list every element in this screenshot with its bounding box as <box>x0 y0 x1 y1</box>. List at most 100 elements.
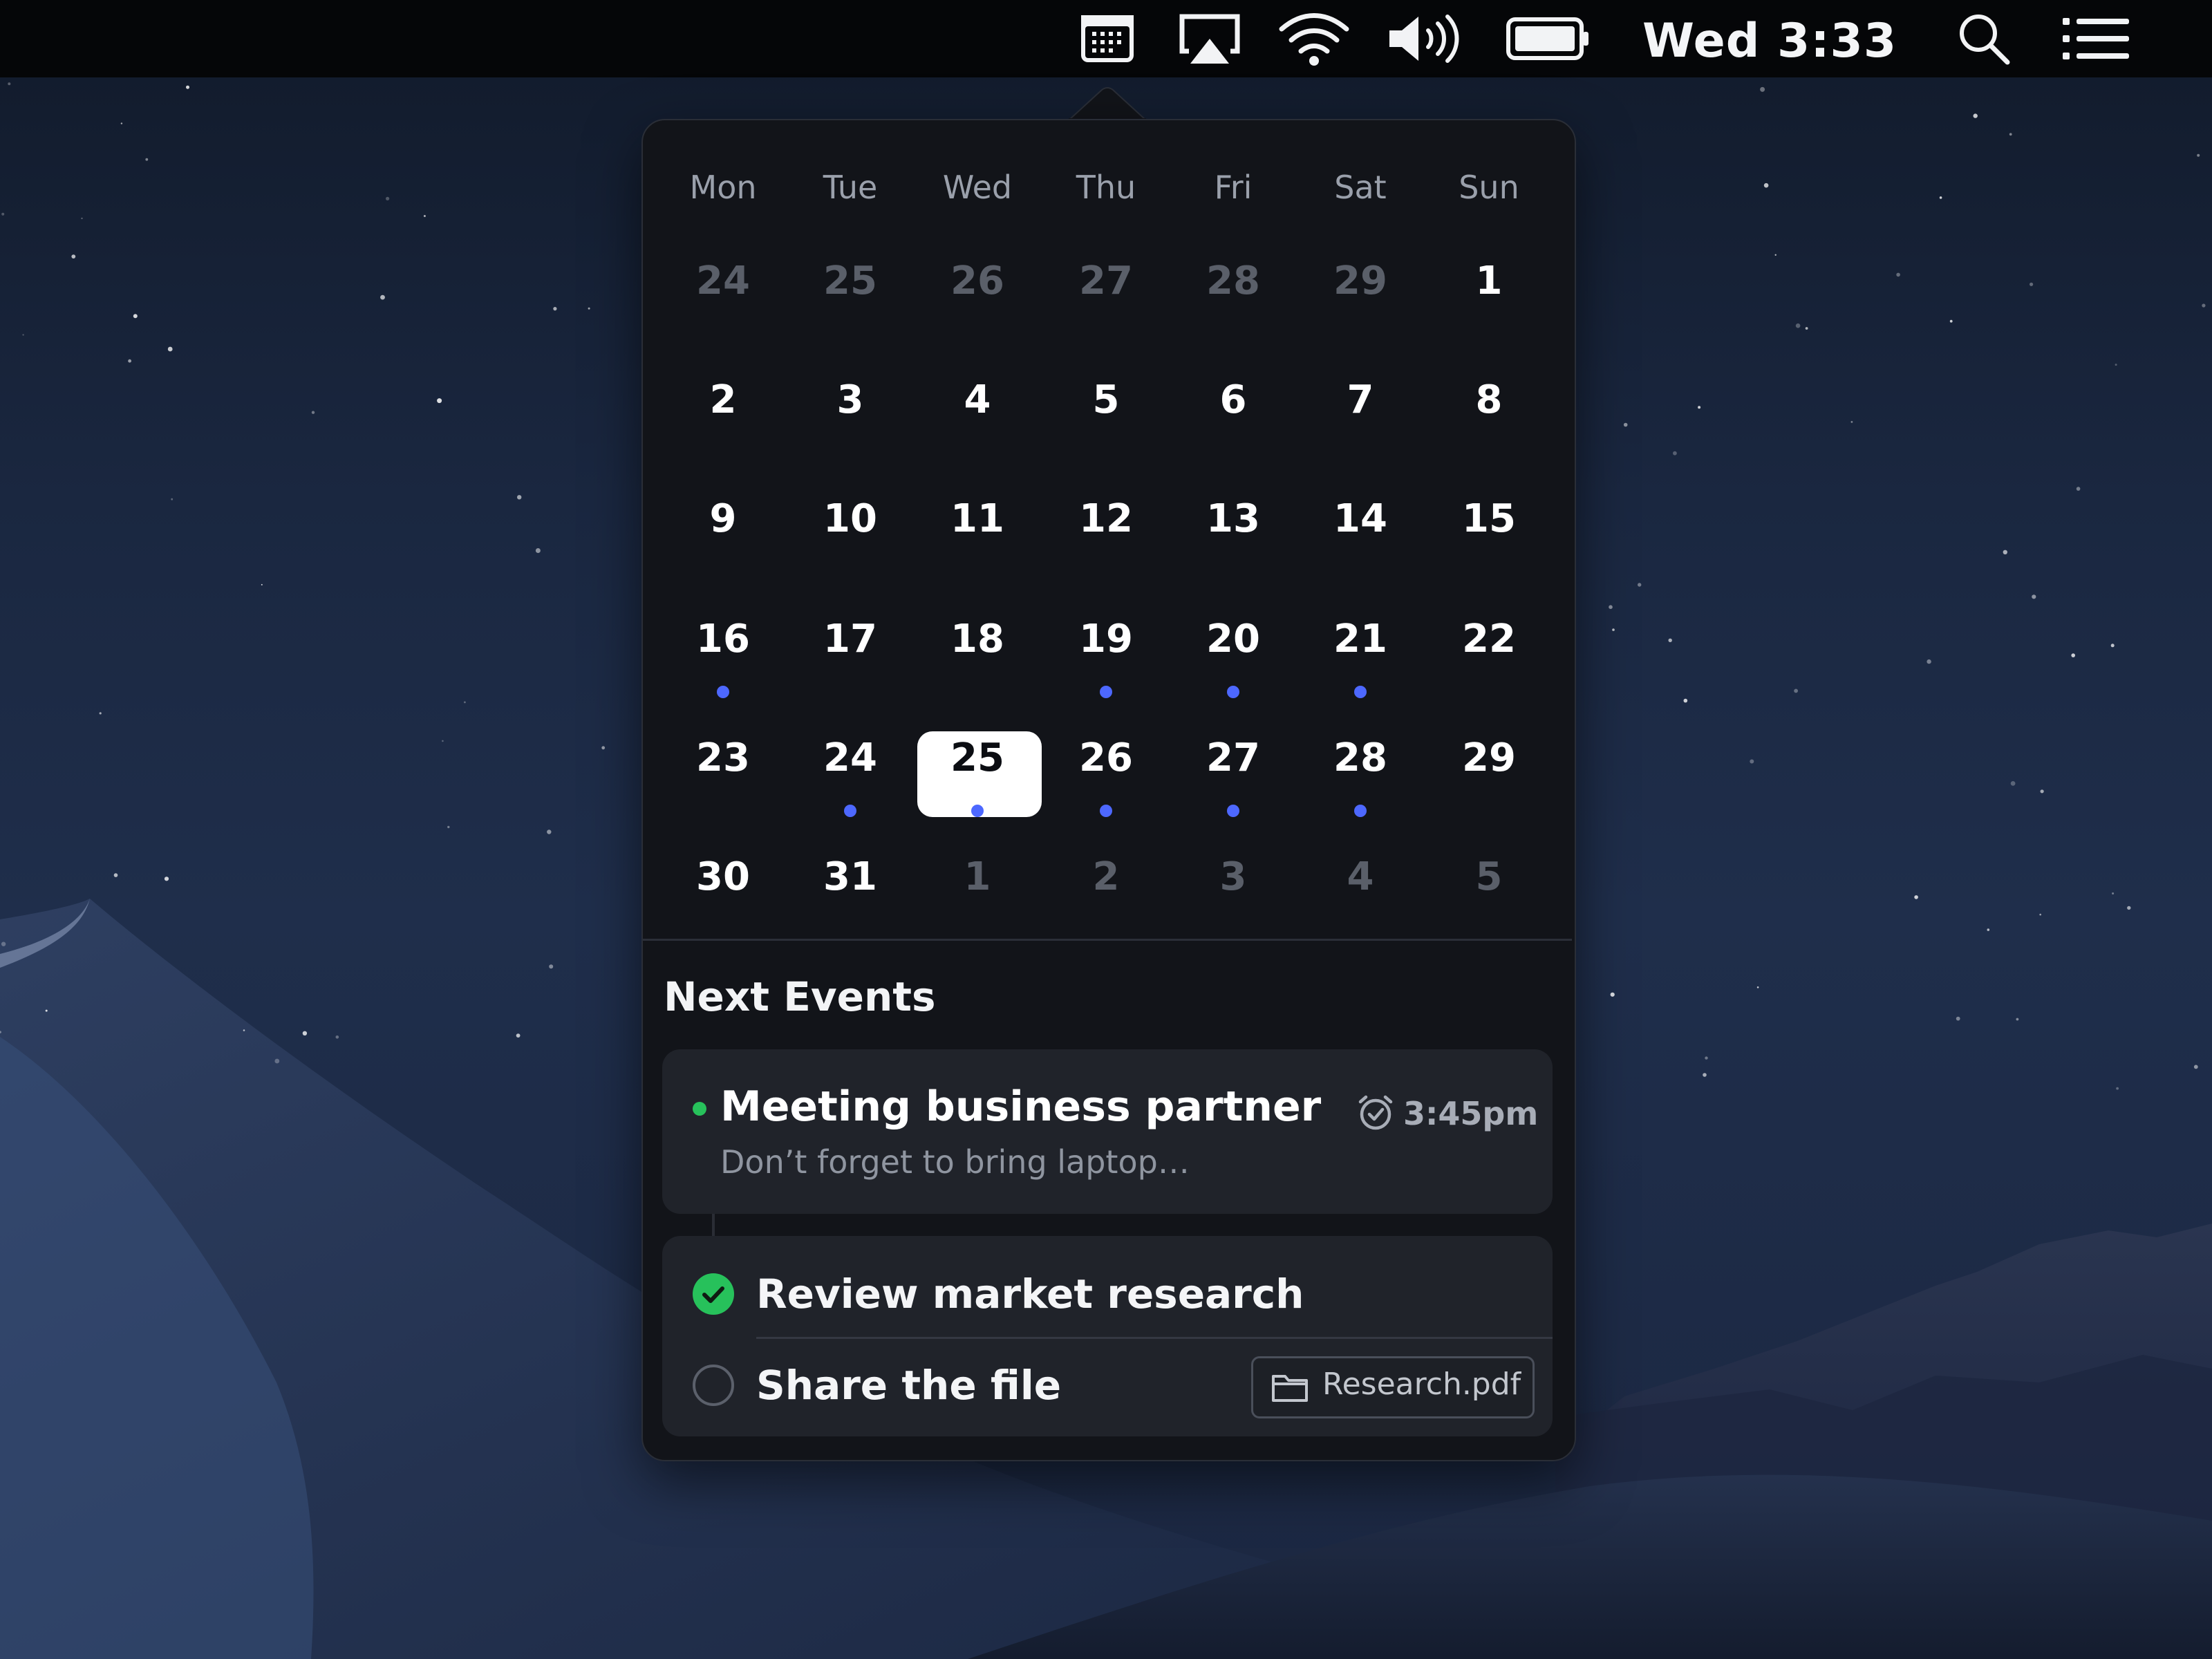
star <box>2071 653 2075 657</box>
battery-icon[interactable] <box>1506 17 1591 61</box>
calendar-day[interactable]: 12 <box>1042 496 1170 541</box>
star <box>22 334 24 336</box>
star <box>71 254 76 259</box>
calendar-day[interactable]: 5 <box>1042 377 1170 422</box>
attachment-button[interactable]: Research.pdf <box>1251 1356 1535 1418</box>
star <box>8 82 11 86</box>
star <box>464 701 466 704</box>
calendar-day[interactable]: 29 <box>1425 735 1553 780</box>
star <box>186 85 189 89</box>
task-label[interactable]: Review market research <box>756 1271 1304 1318</box>
calendar-day[interactable]: 5 <box>1425 854 1553 899</box>
event-indicator-dot <box>1354 805 1367 817</box>
weekday-header: Thu <box>1076 169 1136 206</box>
menu-bar-clock[interactable]: Wed 3:33 <box>1642 10 1897 73</box>
calendar-day[interactable]: 10 <box>787 496 914 541</box>
calendar-day[interactable]: 9 <box>659 496 787 541</box>
calendar-day[interactable]: 15 <box>1425 496 1553 541</box>
event-indicator-dot <box>1100 686 1112 698</box>
star <box>1763 182 1769 188</box>
calendar-day[interactable]: 2 <box>659 377 787 422</box>
weekday-header: Tue <box>823 169 878 206</box>
star <box>423 215 426 217</box>
star <box>1914 895 1918 899</box>
calendar-day[interactable]: 11 <box>914 496 1041 541</box>
calendar-day[interactable]: 23 <box>659 735 787 780</box>
task-checkbox-checked[interactable] <box>691 1272 735 1316</box>
star <box>1939 196 1942 199</box>
star <box>2030 282 2034 286</box>
calendar-day[interactable]: 20 <box>1170 617 1297 662</box>
star <box>2197 153 2200 157</box>
calendar-day[interactable]: 19 <box>1042 617 1170 662</box>
calendar-day[interactable]: 1 <box>914 854 1041 899</box>
event-indicator-dot <box>971 805 984 817</box>
star <box>1610 992 1615 997</box>
weekday-header: Sat <box>1334 169 1387 206</box>
calendar-day[interactable]: 28 <box>1170 259 1297 303</box>
star <box>1774 254 1777 256</box>
calendar-day[interactable]: 27 <box>1170 735 1297 780</box>
calendar-day[interactable]: 4 <box>1297 854 1424 899</box>
calendar-day[interactable]: 30 <box>659 854 787 899</box>
star <box>517 495 522 500</box>
star <box>2016 1018 2019 1021</box>
star <box>553 307 557 311</box>
star <box>128 359 132 363</box>
event-time: 3:45pm <box>1403 1095 1539 1132</box>
calendar-icon[interactable] <box>1078 11 1136 66</box>
calendar-day[interactable]: 25 <box>787 259 914 303</box>
star <box>274 1058 280 1064</box>
weekday-header: Wed <box>942 169 1013 206</box>
menu-bar: Wed 3:33 <box>0 0 2212 77</box>
calendar-day[interactable]: 6 <box>1170 377 1297 422</box>
calendar-day[interactable]: 26 <box>914 259 1041 303</box>
calendar-day[interactable]: 17 <box>787 617 914 662</box>
star <box>243 1029 245 1031</box>
airplay-icon[interactable] <box>1177 11 1243 66</box>
calendar-day[interactable]: 29 <box>1297 259 1424 303</box>
star <box>1673 451 1677 456</box>
star <box>547 830 552 834</box>
calendar-day[interactable]: 14 <box>1297 496 1424 541</box>
calendar-day-selected[interactable]: 25 <box>914 735 1041 780</box>
calendar-day[interactable]: 7 <box>1297 377 1424 422</box>
calendar-day[interactable]: 8 <box>1425 377 1553 422</box>
star <box>2003 550 2007 554</box>
star <box>1927 659 1931 664</box>
calendar-day[interactable]: 13 <box>1170 496 1297 541</box>
calendar-day[interactable]: 24 <box>787 735 914 780</box>
event-connector-line <box>712 1214 715 1236</box>
calendar-day[interactable]: 28 <box>1297 735 1424 780</box>
event-status-dot <box>693 1102 706 1116</box>
next-events-title: Next Events <box>664 973 936 1020</box>
star <box>2039 913 2041 916</box>
calendar-day[interactable]: 1 <box>1425 259 1553 303</box>
list-icon[interactable] <box>2061 15 2130 62</box>
calendar-day[interactable]: 4 <box>914 377 1041 422</box>
calendar-day[interactable]: 26 <box>1042 735 1170 780</box>
star <box>1795 323 1801 328</box>
event-title[interactable]: Meeting business partner <box>720 1082 1321 1131</box>
calendar-day[interactable]: 24 <box>659 259 787 303</box>
calendar-day[interactable]: 3 <box>1170 854 1297 899</box>
event-subtitle: Don’t forget to bring laptop… <box>720 1143 1190 1181</box>
search-icon[interactable] <box>1956 11 2012 66</box>
volume-icon[interactable] <box>1387 11 1464 66</box>
popover-arrow <box>1069 87 1146 120</box>
calendar-day[interactable]: 27 <box>1042 259 1170 303</box>
calendar-day[interactable]: 3 <box>787 377 914 422</box>
wifi-icon[interactable] <box>1277 10 1351 68</box>
star <box>1623 422 1628 427</box>
star <box>1698 406 1701 409</box>
task-label[interactable]: Share the file <box>756 1362 1061 1409</box>
calendar-day[interactable]: 16 <box>659 617 787 662</box>
task-checkbox-unchecked[interactable] <box>691 1363 735 1407</box>
star <box>145 158 149 161</box>
event-indicator-dot <box>717 686 729 698</box>
calendar-day[interactable]: 31 <box>787 854 914 899</box>
calendar-day[interactable]: 2 <box>1042 854 1170 899</box>
calendar-day[interactable]: 22 <box>1425 617 1553 662</box>
calendar-day[interactable]: 18 <box>914 617 1041 662</box>
calendar-day[interactable]: 21 <box>1297 617 1424 662</box>
